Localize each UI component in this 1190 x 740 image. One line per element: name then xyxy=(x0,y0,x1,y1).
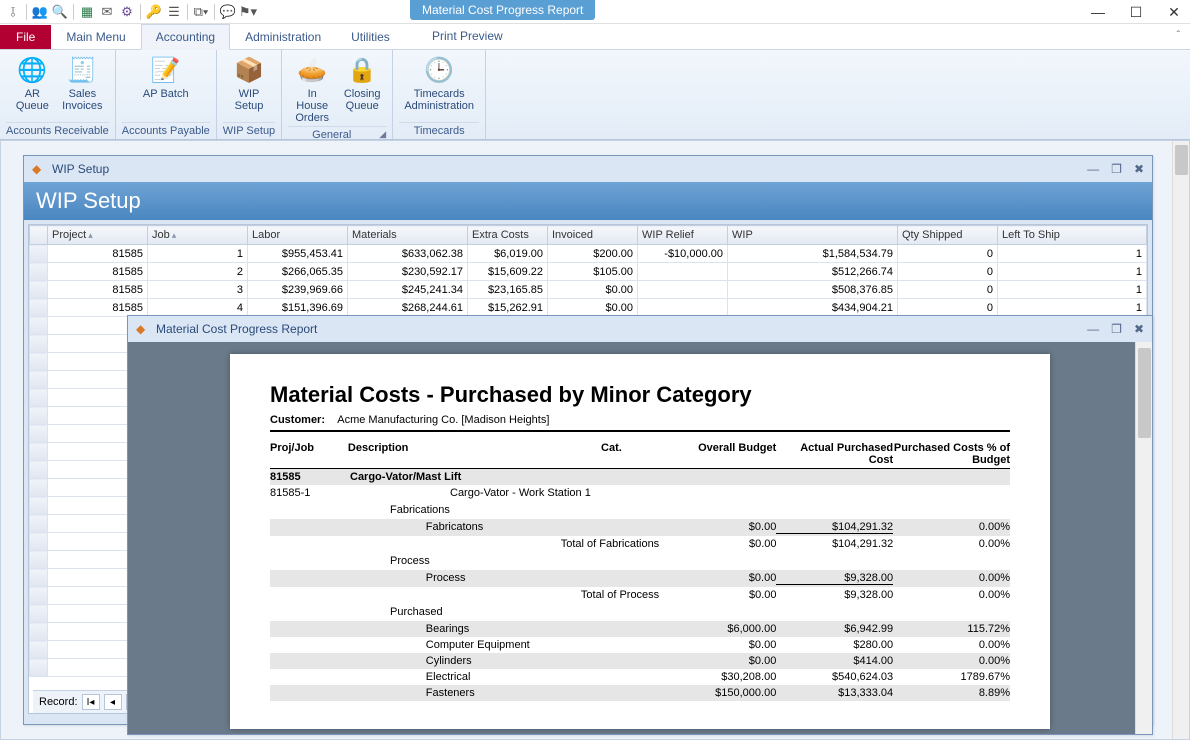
qat-icon-mail[interactable]: ✉ xyxy=(98,3,116,21)
close-button[interactable]: ✕ xyxy=(1164,2,1184,22)
minimize-button[interactable]: — xyxy=(1088,2,1108,22)
ap-batch-button[interactable]: 📝 AP Batch xyxy=(136,52,196,102)
ribbon-group-wip: 📦 WIP Setup WIP Setup xyxy=(217,50,282,139)
table-row[interactable]: 815853$239,969.66$245,241.34$23,165.85$0… xyxy=(30,281,1147,299)
report-titlebar[interactable]: ◆ Material Cost Progress Report — ❐ ✖ xyxy=(128,316,1152,342)
ribbon-label-wip: WIP Setup xyxy=(223,122,275,139)
dialog-launcher-icon[interactable]: ◢ xyxy=(375,129,386,140)
file-tab[interactable]: File xyxy=(0,25,51,49)
report-main-row: 81585 Cargo-Vator/Mast Lift xyxy=(270,469,1010,485)
piechart-icon: 🥧 xyxy=(296,54,328,86)
section-name: Process xyxy=(270,552,1010,570)
qat-icon-flag[interactable]: ⚑▾ xyxy=(239,3,257,21)
report-window: ◆ Material Cost Progress Report — ❐ ✖ Ma… xyxy=(127,315,1153,735)
section-total: Total of Process$0.00$9,328.000.00% xyxy=(270,587,1010,603)
report-columns: Proj/Job Description Cat. Overall Budget… xyxy=(270,442,1010,469)
wip-window-title: WIP Setup xyxy=(52,162,109,176)
lock-icon: 🔒 xyxy=(346,54,378,86)
contextual-tab: Material Cost Progress Report xyxy=(410,0,595,20)
timecards-button[interactable]: 🕒 Timecards Administration xyxy=(399,52,479,114)
menu-tabs: File Main Menu Accounting Administration… xyxy=(0,24,1190,50)
qat-icon-grid[interactable]: ▦ xyxy=(78,3,96,21)
child-close-icon[interactable]: ✖ xyxy=(1134,162,1144,176)
section-name: Fabrications xyxy=(270,501,1010,519)
maximize-button[interactable]: ☐ xyxy=(1126,2,1146,22)
ribbon-label-ar: Accounts Receivable xyxy=(6,122,109,139)
menu-admin[interactable]: Administration xyxy=(230,24,336,49)
contextual-subtab[interactable]: Print Preview xyxy=(432,29,503,43)
inhouse-orders-button[interactable]: 🥧 In House Orders xyxy=(288,52,336,126)
qat-icon-key[interactable]: 🔑 xyxy=(145,3,163,21)
mdi-scrollbar[interactable] xyxy=(1172,141,1189,739)
report-line: Cylinders$0.00$414.000.00% xyxy=(270,653,1010,669)
child-close-icon[interactable]: ✖ xyxy=(1134,322,1144,336)
menu-utilities[interactable]: Utilities xyxy=(336,24,405,49)
child-restore-icon[interactable]: ❐ xyxy=(1111,162,1122,176)
qat-icon-search[interactable]: 🔍 xyxy=(51,3,69,21)
report-viewport[interactable]: Material Costs - Purchased by Minor Cate… xyxy=(128,342,1152,734)
qat-icon-windows[interactable]: ⧉▾ xyxy=(192,3,210,21)
report-line: Electrical$30,208.00$540,624.031789.67% xyxy=(270,669,1010,685)
wip-window-titlebar[interactable]: ◆ WIP Setup — ❐ ✖ xyxy=(24,156,1152,182)
report-line: Fasteners$150,000.00$13,333.048.89% xyxy=(270,685,1010,701)
app-cube-icon: ◆ xyxy=(136,322,150,336)
menu-main[interactable]: Main Menu xyxy=(51,24,140,49)
clock-icon: 🕒 xyxy=(423,54,455,86)
report-line: Process$0.00$9,328.000.00% xyxy=(270,570,1010,587)
wip-setup-button[interactable]: 📦 WIP Setup xyxy=(225,52,273,114)
ribbon-label-ap: Accounts Payable xyxy=(122,122,210,139)
qat-icon-users[interactable]: 👥 xyxy=(31,3,49,21)
report-heading: Material Costs - Purchased by Minor Cate… xyxy=(270,382,1010,408)
invoice-icon: 🧾 xyxy=(66,54,98,86)
ribbon: 🌐 AR Queue 🧾 Sales Invoices Accounts Rec… xyxy=(0,50,1190,140)
mdi-area: ◆ WIP Setup — ❐ ✖ WIP Setup Project▴ Job… xyxy=(0,140,1190,740)
report-page: Material Costs - Purchased by Minor Cate… xyxy=(230,354,1050,729)
table-row[interactable]: 815852$266,065.35$230,592.17$15,609.22$1… xyxy=(30,263,1147,281)
child-minimize-icon[interactable]: — xyxy=(1087,322,1099,336)
report-scrollbar[interactable] xyxy=(1135,342,1152,734)
table-row[interactable]: 815854$151,396.69$268,244.61$15,262.91$0… xyxy=(30,299,1147,317)
wip-header: WIP Setup xyxy=(24,182,1152,220)
nav-first-icon[interactable]: I◂ xyxy=(82,694,100,710)
report-sub-row: 81585-1 Cargo-Vator - Work Station 1 xyxy=(270,485,1010,501)
child-restore-icon[interactable]: ❐ xyxy=(1111,322,1122,336)
closing-queue-button[interactable]: 🔒 Closing Queue xyxy=(338,52,386,126)
check-pencil-icon: 📝 xyxy=(150,54,182,86)
report-customer: Customer: Acme Manufacturing Co. [Madiso… xyxy=(270,414,1010,426)
section-total: Total of Fabrications$0.00$104,291.320.0… xyxy=(270,536,1010,552)
report-line: Computer Equipment$0.00$280.000.00% xyxy=(270,637,1010,653)
qat-icon-chat[interactable]: 💬 xyxy=(219,3,237,21)
qat-icon-org[interactable]: ⫱ xyxy=(4,3,22,21)
sales-invoices-button[interactable]: 🧾 Sales Invoices xyxy=(58,52,106,114)
ribbon-group-ar: 🌐 AR Queue 🧾 Sales Invoices Accounts Rec… xyxy=(0,50,116,139)
report-window-title: Material Cost Progress Report xyxy=(156,322,317,336)
ribbon-group-tc: 🕒 Timecards Administration Timecards xyxy=(393,50,486,139)
ar-queue-button[interactable]: 🌐 AR Queue xyxy=(8,52,56,114)
ribbon-label-tc: Timecards xyxy=(399,122,479,139)
nav-prev-icon[interactable]: ◂ xyxy=(104,694,122,710)
quick-access-toolbar: ⫱ 👥 🔍 ▦ ✉ ⚙ 🔑 ☰ ⧉▾ 💬 ⚑▾ xyxy=(4,3,257,21)
app-cube-icon: ◆ xyxy=(32,162,46,176)
qat-icon-gear[interactable]: ⚙ xyxy=(118,3,136,21)
title-bar: ⫱ 👥 🔍 ▦ ✉ ⚙ 🔑 ☰ ⧉▾ 💬 ⚑▾ Material Cost Pr… xyxy=(0,0,1190,24)
boxes-icon: 📦 xyxy=(233,54,265,86)
ribbon-group-gen: 🥧 In House Orders 🔒 Closing Queue Genera… xyxy=(282,50,393,139)
menu-accounting[interactable]: Accounting xyxy=(141,24,230,50)
collapse-ribbon-icon[interactable]: ˆ xyxy=(1177,30,1180,41)
section-name: Purchased xyxy=(270,603,1010,621)
globe-refresh-icon: 🌐 xyxy=(16,54,48,86)
table-row[interactable]: 815851$955,453.41$633,062.38$6,019.00$20… xyxy=(30,245,1147,263)
child-minimize-icon[interactable]: — xyxy=(1087,162,1099,176)
report-line: Fabricatons$0.00$104,291.320.00% xyxy=(270,519,1010,536)
qat-icon-list[interactable]: ☰ xyxy=(165,3,183,21)
ribbon-group-ap: 📝 AP Batch Accounts Payable xyxy=(116,50,217,139)
report-line: Bearings$6,000.00$6,942.99115.72% xyxy=(270,621,1010,637)
